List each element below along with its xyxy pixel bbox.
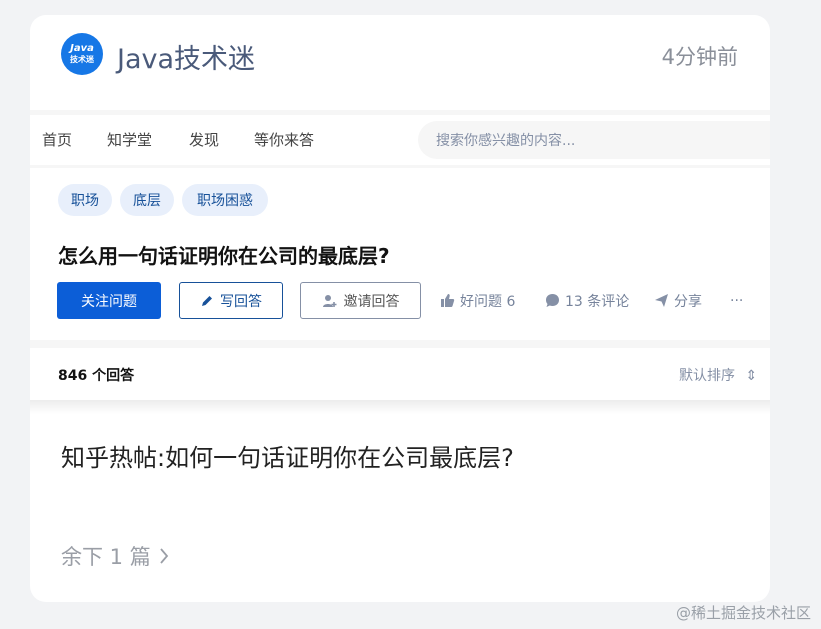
good-question-action: 好问题 6 [440,282,515,319]
sort-selector: 默认排序 ⇕ [679,365,757,385]
follow-label: 关注问题 [81,293,137,310]
nav-item-discover: 发现 [189,131,220,149]
screenshot-bottom-shadow [30,400,770,414]
chevron-right-icon [160,548,168,564]
share-label: 分享 [674,293,702,310]
nav-item-learn: 知学堂 [107,131,153,149]
account-name[interactable]: Java技术迷 [117,37,255,76]
zhihu-nav-bar: 首页 知学堂 发现 等你来答 搜索你感兴趣的内容... [30,115,770,165]
thumbs-up-icon [441,294,455,307]
nav-item-waiting: 等你来答 [254,131,315,149]
invite-answer-button: 邀请回答 [300,282,421,319]
topic-tag: 职场 [58,184,112,216]
post-time: 4分钟前 [661,45,738,69]
answer-count: 846 个回答 [58,368,135,384]
comments-label: 13 条评论 [565,293,630,310]
comments-action: 13 条评论 [545,282,629,319]
question-title: 怎么用一句话证明你在公司的最底层? [58,244,390,268]
pencil-icon [202,295,212,306]
search-placeholder: 搜索你感兴趣的内容... [436,133,576,149]
more-dots-icon: ··· [730,292,744,309]
remaining-label: 余下 1 篇 [61,545,151,569]
answers-bar: 846 个回答 默认排序 ⇕ [30,348,770,400]
write-label: 写回答 [220,293,262,310]
share-action: 分享 [654,282,702,319]
avatar-text-line1: Java [70,43,94,54]
good-question-label: 好问题 6 [460,293,516,310]
embedded-screenshot: 首页 知学堂 发现 等你来答 搜索你感兴趣的内容... 职场 底层 职场困惑 怎… [30,110,770,400]
topic-tag: 底层 [120,184,174,216]
card-header: Java 技术迷 Java技术迷 4分钟前 [30,15,770,110]
nav-item-home: 首页 [42,131,73,149]
avatar-text-line2: 技术迷 [70,55,94,64]
article-card[interactable]: Java 技术迷 Java技术迷 4分钟前 首页 知学堂 发现 等你来答 搜索你… [30,15,770,602]
add-user-icon [322,294,336,307]
sort-label: 默认排序 [679,368,735,384]
remaining-articles-link[interactable]: 余下 1 篇 [61,541,169,571]
account-avatar[interactable]: Java 技术迷 [61,33,103,75]
sort-toggle-icon: ⇕ [745,368,758,384]
search-box: 搜索你感兴趣的内容... [418,121,770,159]
follow-question-button: 关注问题 [57,282,161,319]
comment-icon [546,294,559,307]
invite-label: 邀请回答 [343,293,400,310]
topic-tag: 职场困惑 [182,184,268,216]
question-panel: 职场 底层 职场困惑 怎么用一句话证明你在公司的最底层? 关注问题 写回答 邀请… [30,168,770,340]
article-title[interactable]: 知乎热帖:如何一句话证明你在公司最底层? [61,438,514,473]
more-action: ··· [730,282,743,319]
write-answer-button: 写回答 [179,282,283,319]
watermark: @稀土掘金技术社区 [675,604,811,622]
share-icon [655,294,668,307]
